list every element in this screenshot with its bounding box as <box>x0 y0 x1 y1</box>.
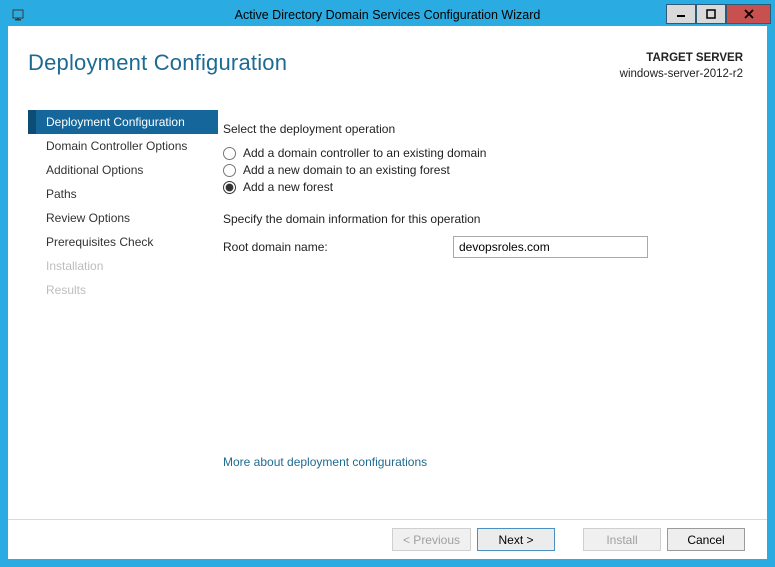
minimize-button[interactable] <box>666 4 696 24</box>
previous-button[interactable]: < Previous <box>392 528 471 551</box>
target-server-name: windows-server-2012-r2 <box>620 66 743 82</box>
radio-add-controller-existing-domain[interactable]: Add a domain controller to an existing d… <box>223 146 743 160</box>
root-domain-name-label: Root domain name: <box>223 240 433 254</box>
radio-label: Add a new forest <box>243 180 333 194</box>
specify-domain-label: Specify the domain information for this … <box>223 212 743 226</box>
step-deployment-configuration[interactable]: Deployment Configuration <box>28 110 218 134</box>
radio-input-new-forest[interactable] <box>223 181 236 194</box>
target-server-label: TARGET SERVER <box>620 50 743 66</box>
step-installation: Installation <box>28 254 218 278</box>
step-paths[interactable]: Paths <box>28 182 218 206</box>
window-title: Active Directory Domain Services Configu… <box>235 8 541 22</box>
step-review-options[interactable]: Review Options <box>28 206 218 230</box>
step-results: Results <box>28 278 218 302</box>
steps-list: Deployment Configuration Domain Controll… <box>28 110 218 302</box>
app-icon <box>10 6 28 24</box>
close-button[interactable] <box>726 4 771 24</box>
next-button[interactable]: Next > <box>477 528 555 551</box>
cancel-button[interactable]: Cancel <box>667 528 745 551</box>
install-button[interactable]: Install <box>583 528 661 551</box>
step-prerequisites-check[interactable]: Prerequisites Check <box>28 230 218 254</box>
radio-input-existing-domain[interactable] <box>223 147 236 160</box>
radio-add-new-forest[interactable]: Add a new forest <box>223 180 743 194</box>
target-server-info: TARGET SERVER windows-server-2012-r2 <box>620 50 743 82</box>
radio-add-domain-existing-forest[interactable]: Add a new domain to an existing forest <box>223 163 743 177</box>
select-deployment-label: Select the deployment operation <box>223 122 743 136</box>
step-additional-options[interactable]: Additional Options <box>28 158 218 182</box>
root-domain-name-input[interactable] <box>453 236 648 258</box>
radio-label: Add a new domain to an existing forest <box>243 163 450 177</box>
radio-label: Add a domain controller to an existing d… <box>243 146 486 160</box>
radio-input-existing-forest[interactable] <box>223 164 236 177</box>
maximize-button[interactable] <box>696 4 726 24</box>
more-about-link[interactable]: More about deployment configurations <box>223 455 427 469</box>
step-domain-controller-options[interactable]: Domain Controller Options <box>28 134 218 158</box>
